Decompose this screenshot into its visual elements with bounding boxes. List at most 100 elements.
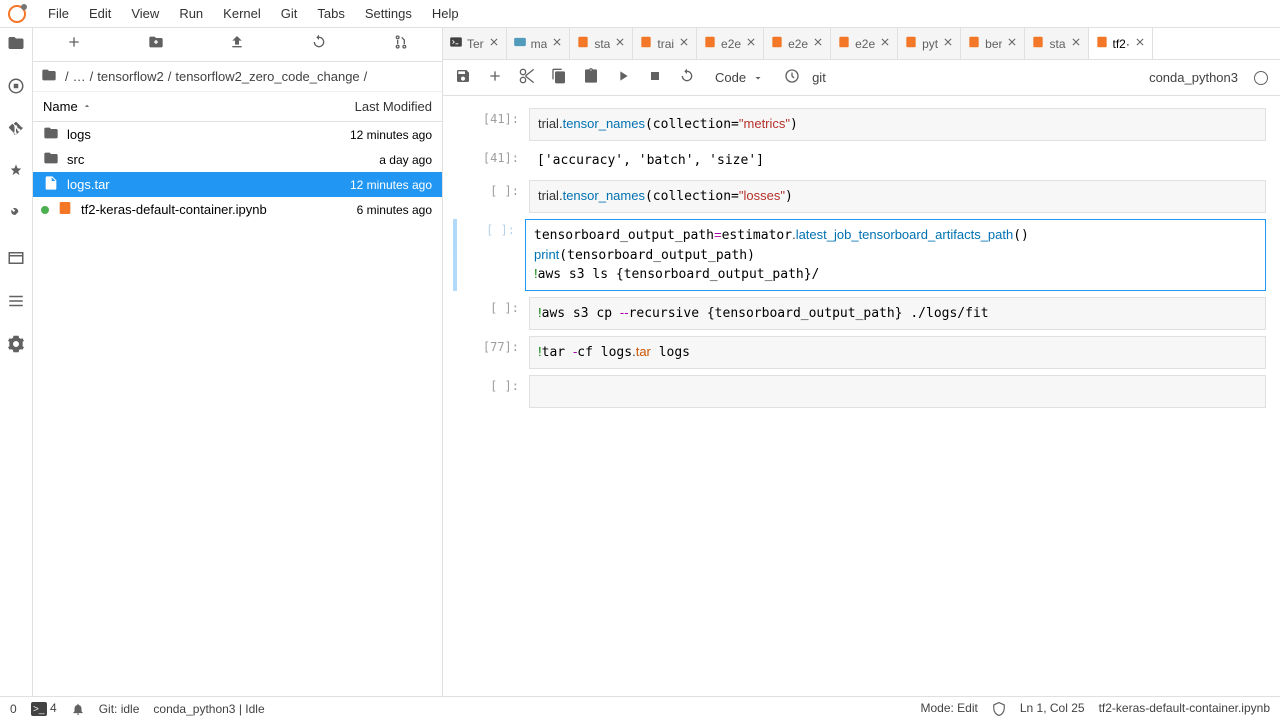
- menu-run[interactable]: Run: [169, 2, 213, 25]
- output-cell: [41]: ['accuracy', 'batch', 'size']: [457, 147, 1266, 174]
- code-input[interactable]: trial.tensor_names(collection="metrics"): [529, 108, 1266, 141]
- copy-icon[interactable]: [547, 64, 571, 91]
- tab[interactable]: sta: [570, 28, 633, 59]
- new-launcher-icon[interactable]: [66, 34, 82, 55]
- extension-icon[interactable]: [7, 335, 25, 358]
- commands-icon[interactable]: [7, 163, 25, 186]
- breadcrumb[interactable]: / … / tensorflow2 / tensorflow2_zero_cod…: [33, 62, 442, 92]
- menu-view[interactable]: View: [121, 2, 169, 25]
- code-input[interactable]: tensorboard_output_path=estimator.latest…: [525, 219, 1266, 291]
- file-row-folder[interactable]: logs12 minutes ago: [33, 122, 442, 147]
- git-label[interactable]: git: [812, 70, 826, 85]
- notebook-icon: [967, 35, 981, 52]
- restart-icon[interactable]: [675, 64, 699, 91]
- menu-git[interactable]: Git: [271, 2, 308, 25]
- file-row-notebook[interactable]: tf2-keras-default-container.ipynb6 minut…: [33, 197, 442, 222]
- save-icon[interactable]: [451, 64, 475, 91]
- breadcrumb-seg[interactable]: …: [73, 69, 86, 84]
- code-cell[interactable]: [ ]:: [457, 375, 1266, 407]
- menu-kernel[interactable]: Kernel: [213, 2, 271, 25]
- kernel-status-icon[interactable]: [1254, 71, 1268, 85]
- close-icon[interactable]: [879, 36, 891, 51]
- menu-edit[interactable]: Edit: [79, 2, 121, 25]
- cell-prompt: [ ]:: [457, 297, 529, 330]
- breadcrumb-seg[interactable]: /: [65, 69, 69, 84]
- notebook-trust-icon[interactable]: [992, 701, 1006, 716]
- filename[interactable]: tf2-keras-default-container.ipynb: [1099, 701, 1270, 715]
- cell-prompt: [ ]:: [457, 180, 529, 213]
- close-icon[interactable]: [678, 36, 690, 51]
- breadcrumb-seg[interactable]: tensorflow2_zero_code_change: [175, 69, 359, 84]
- code-cell[interactable]: [ ]: trial.tensor_names(collection="loss…: [457, 180, 1266, 213]
- menu-settings[interactable]: Settings: [355, 2, 422, 25]
- code-input[interactable]: [529, 375, 1266, 407]
- tabs-icon[interactable]: [7, 249, 25, 272]
- tab[interactable]: e2e: [764, 28, 831, 59]
- close-icon[interactable]: [1006, 36, 1018, 51]
- close-icon[interactable]: [551, 36, 563, 51]
- build-icon[interactable]: [7, 206, 25, 229]
- git-pull-icon[interactable]: [393, 34, 409, 55]
- tab[interactable]: sta: [1025, 28, 1088, 59]
- close-icon[interactable]: [1070, 36, 1082, 51]
- close-icon[interactable]: [812, 36, 824, 51]
- command-icon[interactable]: [780, 64, 804, 91]
- add-cell-icon[interactable]: [483, 64, 507, 91]
- notebook-icon: [576, 35, 590, 52]
- file-list-header[interactable]: Name Last Modified: [33, 92, 442, 122]
- terminal-icon: [449, 35, 463, 52]
- edit-mode: Mode: Edit: [920, 701, 977, 715]
- tab[interactable]: ma: [507, 28, 571, 59]
- folder-icon: [43, 125, 59, 144]
- git-status[interactable]: Git: idle: [99, 702, 140, 716]
- menu-help[interactable]: Help: [422, 2, 469, 25]
- toc-icon[interactable]: [7, 292, 25, 315]
- menu-file[interactable]: File: [38, 2, 79, 25]
- tab[interactable]: e2e: [831, 28, 898, 59]
- close-icon[interactable]: [1134, 36, 1146, 51]
- tab[interactable]: pyt: [898, 28, 961, 59]
- code-cell[interactable]: [41]: trial.tensor_names(collection="met…: [457, 108, 1266, 141]
- sort-asc-icon: [82, 99, 92, 114]
- file-browser: / … / tensorflow2 / tensorflow2_zero_cod…: [33, 28, 443, 696]
- tab[interactable]: ber: [961, 28, 1025, 59]
- refresh-icon[interactable]: [311, 34, 327, 55]
- close-icon[interactable]: [942, 36, 954, 51]
- upload-icon[interactable]: [229, 34, 245, 55]
- code-input[interactable]: !aws s3 cp --recursive {tensorboard_outp…: [529, 297, 1266, 330]
- tab[interactable]: e2e: [697, 28, 764, 59]
- notebook[interactable]: [41]: trial.tensor_names(collection="met…: [443, 96, 1280, 696]
- tab[interactable]: trai: [633, 28, 697, 59]
- cell-type-select[interactable]: Code: [707, 70, 772, 85]
- stop-icon[interactable]: [643, 64, 667, 91]
- status-count[interactable]: 0: [10, 702, 17, 716]
- file-row-file[interactable]: logs.tar12 minutes ago: [33, 172, 442, 197]
- code-cell-active[interactable]: [ ]: tensorboard_output_path=estimator.l…: [457, 219, 1266, 291]
- code-input[interactable]: !tar -cf logs.tar logs: [529, 336, 1266, 369]
- git-icon[interactable]: [7, 120, 25, 143]
- close-icon[interactable]: [745, 36, 757, 51]
- breadcrumb-seg[interactable]: tensorflow2: [97, 69, 163, 84]
- activity-bar: [0, 28, 33, 696]
- kernel-status[interactable]: conda_python3 | Idle: [153, 702, 264, 716]
- paste-icon[interactable]: [579, 64, 603, 91]
- code-input[interactable]: trial.tensor_names(collection="losses"): [529, 180, 1266, 213]
- running-icon[interactable]: [7, 77, 25, 100]
- folder-icon[interactable]: [7, 34, 25, 57]
- folder-icon: [43, 150, 59, 169]
- close-icon[interactable]: [488, 36, 500, 51]
- run-icon[interactable]: [611, 64, 635, 91]
- terminal-count[interactable]: >_ 4: [31, 701, 57, 717]
- tab[interactable]: tf2·: [1089, 28, 1153, 59]
- code-cell[interactable]: [ ]: !aws s3 cp --recursive {tensorboard…: [457, 297, 1266, 330]
- kernel-name[interactable]: conda_python3: [1149, 70, 1238, 85]
- file-row-folder[interactable]: srca day ago: [33, 147, 442, 172]
- tab[interactable]: Ter: [443, 28, 507, 59]
- breadcrumb-seg: /: [364, 69, 368, 84]
- cut-icon[interactable]: [515, 64, 539, 91]
- new-folder-icon[interactable]: [148, 34, 164, 55]
- bell-icon[interactable]: [71, 701, 85, 716]
- close-icon[interactable]: [614, 36, 626, 51]
- menu-tabs[interactable]: Tabs: [307, 2, 354, 25]
- code-cell[interactable]: [77]: !tar -cf logs.tar logs: [457, 336, 1266, 369]
